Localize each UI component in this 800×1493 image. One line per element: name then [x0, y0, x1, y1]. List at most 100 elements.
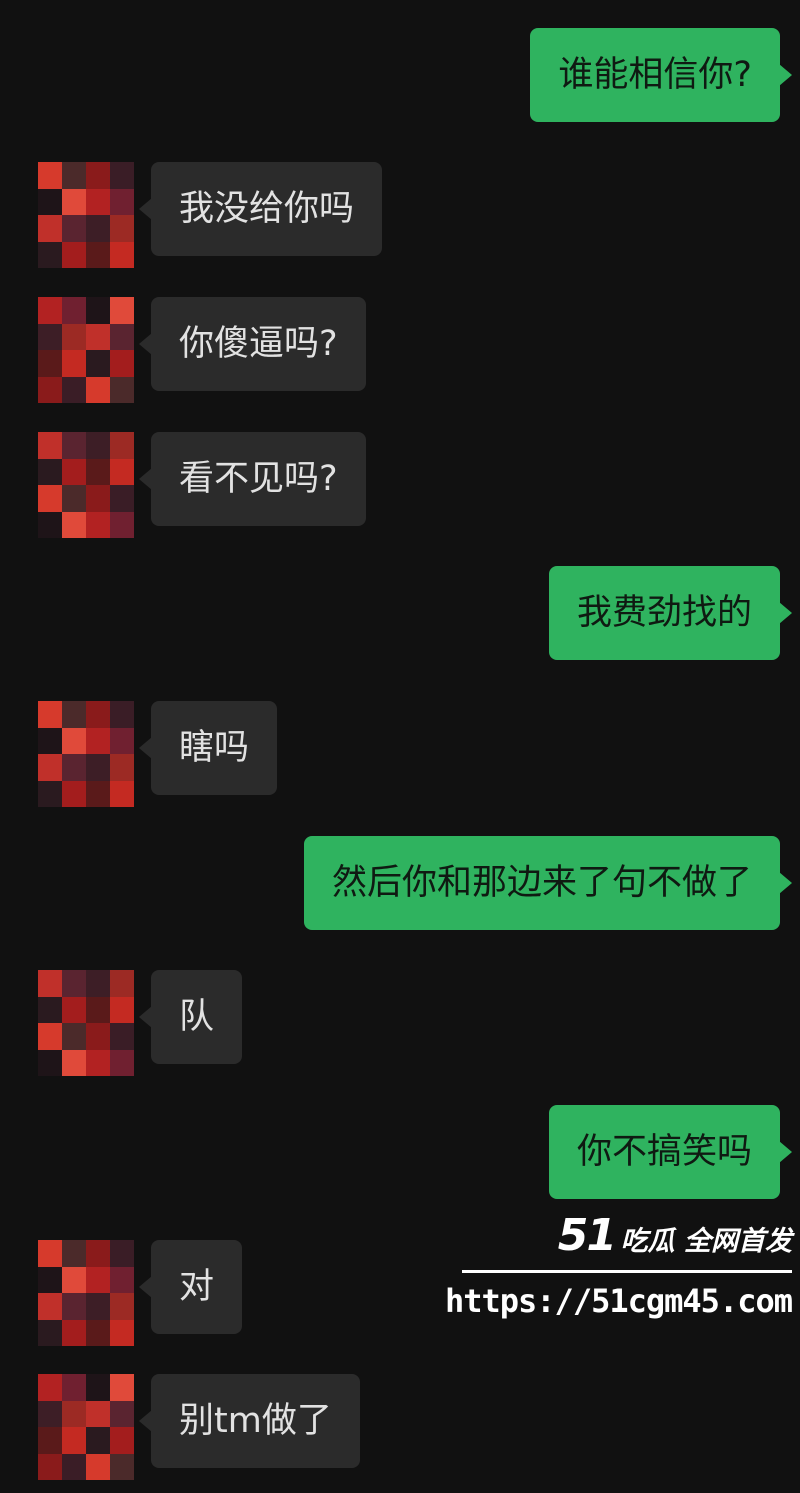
avatar-pixel [62, 701, 86, 728]
avatar-pixel [38, 970, 62, 997]
avatar-pixel [62, 996, 86, 1023]
incoming-message-bubble[interactable]: 对 [151, 1240, 243, 1334]
incoming-message-bubble[interactable]: 队 [151, 970, 243, 1064]
avatar-pixel [86, 1374, 110, 1401]
avatar-pixel [110, 996, 134, 1023]
avatar[interactable] [38, 432, 134, 538]
avatar-pixel [62, 1427, 86, 1454]
outgoing-message-bubble[interactable]: 然后你和那边来了句不做了 [303, 836, 780, 930]
avatar-pixel [86, 754, 110, 781]
avatar-pixel [110, 241, 134, 268]
outgoing-message-bubble[interactable]: 你不搞笑吗 [548, 1105, 780, 1199]
avatar-pixel [62, 376, 86, 403]
avatar-pixel [62, 1293, 86, 1320]
avatar-pixel [86, 1453, 110, 1480]
avatar-pixel [62, 754, 86, 781]
avatar-pixel [62, 970, 86, 997]
avatar-pixel [110, 727, 134, 754]
avatar-pixel [62, 350, 86, 377]
avatar-pixel [38, 458, 62, 485]
avatar-pixel [62, 1453, 86, 1480]
avatar-pixel [38, 1453, 62, 1480]
avatar-pixel [110, 376, 134, 403]
avatar-pixel [110, 323, 134, 350]
avatar-pixel [62, 323, 86, 350]
avatar-pixel [62, 1400, 86, 1427]
avatar-pixel [86, 970, 110, 997]
avatar[interactable] [38, 162, 134, 268]
outgoing-message-bubble[interactable]: 我费劲找的 [548, 566, 780, 660]
avatar-pixel [86, 215, 110, 242]
avatar-pixel [86, 241, 110, 268]
avatar-pixel [110, 458, 134, 485]
avatar-pixel [110, 297, 134, 324]
avatar-pixel [86, 1293, 110, 1320]
avatar-pixel [110, 701, 134, 728]
avatar[interactable] [38, 1374, 134, 1480]
avatar-pixel [38, 215, 62, 242]
avatar-pixel [62, 511, 86, 538]
avatar-pixel [38, 511, 62, 538]
avatar-pixel [86, 458, 110, 485]
avatar-pixel [110, 350, 134, 377]
avatar-pixel [110, 780, 134, 807]
outgoing-message-bubble[interactable]: 谁能相信你? [530, 28, 780, 122]
avatar-pixel [38, 162, 62, 189]
avatar-pixel [38, 1400, 62, 1427]
avatar[interactable] [38, 1240, 134, 1346]
avatar-pixel [110, 1240, 134, 1267]
avatar-pixel [86, 727, 110, 754]
avatar[interactable] [38, 701, 134, 807]
avatar-pixel [38, 1049, 62, 1076]
avatar-pixel [110, 1049, 134, 1076]
watermark-url: https://51cgm45.com [444, 1282, 793, 1320]
watermark-text: 吃瓜 全网首发 [620, 1226, 792, 1257]
avatar-pixel [110, 162, 134, 189]
watermark-number: 51 [557, 1210, 617, 1261]
avatar-pixel [62, 188, 86, 215]
bubble-tail [779, 64, 792, 86]
avatar-pixel [110, 1293, 134, 1320]
incoming-message-bubble[interactable]: 看不见吗? [151, 432, 366, 526]
avatar-pixel [38, 1374, 62, 1401]
avatar[interactable] [38, 297, 134, 403]
avatar-pixel [38, 241, 62, 268]
avatar-pixel [110, 1374, 134, 1401]
incoming-message-bubble[interactable]: 瞎吗 [151, 701, 278, 795]
avatar-pixel [110, 1319, 134, 1346]
avatar-pixel [86, 323, 110, 350]
avatar-pixel [38, 1240, 62, 1267]
incoming-message-bubble[interactable]: 我没给你吗 [151, 162, 383, 256]
avatar-pixel [62, 780, 86, 807]
avatar-pixel [86, 485, 110, 512]
avatar-pixel [86, 996, 110, 1023]
avatar-pixel [38, 350, 62, 377]
avatar-pixel [38, 754, 62, 781]
avatar-pixel [38, 432, 62, 459]
bubble-tail [779, 602, 792, 624]
incoming-message-bubble[interactable]: 别tm做了 [151, 1374, 360, 1468]
avatar-pixel [86, 511, 110, 538]
avatar-pixel [62, 215, 86, 242]
avatar-pixel [38, 297, 62, 324]
avatar-pixel [62, 1049, 86, 1076]
avatar-pixel [110, 754, 134, 781]
avatar-pixel [110, 970, 134, 997]
avatar-pixel [62, 297, 86, 324]
avatar-pixel [110, 1266, 134, 1293]
avatar-pixel [62, 1266, 86, 1293]
avatar-pixel [62, 241, 86, 268]
avatar-pixel [110, 1427, 134, 1454]
avatar-pixel [62, 1023, 86, 1050]
avatar-pixel [86, 1400, 110, 1427]
avatar-pixel [86, 1023, 110, 1050]
avatar-pixel [38, 996, 62, 1023]
incoming-message-bubble[interactable]: 你傻逼吗? [151, 297, 366, 391]
bubble-tail [779, 1141, 792, 1163]
avatar-pixel [38, 1023, 62, 1050]
avatar-pixel [38, 1427, 62, 1454]
watermark: 51 吃瓜 全网首发 https://51cgm45.com [445, 1210, 793, 1330]
avatar-pixel [86, 701, 110, 728]
avatar[interactable] [38, 970, 134, 1076]
avatar-pixel [62, 1374, 86, 1401]
